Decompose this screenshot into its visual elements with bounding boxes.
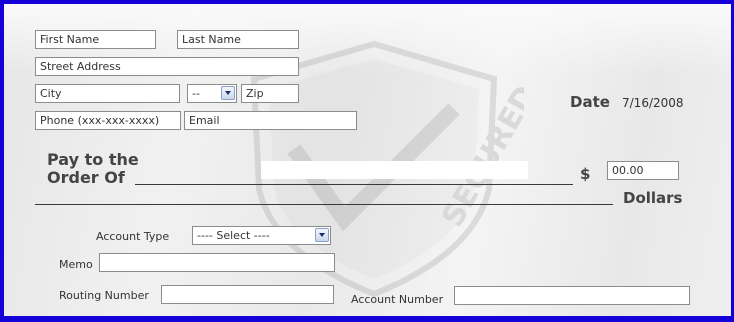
routing-number-field[interactable] — [161, 285, 334, 304]
account-number-field[interactable] — [454, 286, 690, 305]
amount-field[interactable]: 00.00 — [607, 161, 679, 180]
chevron-down-icon[interactable] — [315, 228, 329, 242]
state-select-value: -- — [192, 87, 200, 100]
phone-placeholder: Phone (xxx-xxx-xxxx) — [40, 114, 160, 127]
zip-field[interactable]: Zip — [241, 84, 299, 103]
dollar-sign: $ — [580, 165, 591, 183]
last-name-placeholder: Last Name — [182, 33, 241, 46]
dollars-underline — [35, 204, 613, 205]
memo-label: Memo — [59, 258, 93, 271]
first-name-placeholder: First Name — [40, 33, 100, 46]
street-address-placeholder: Street Address — [40, 60, 121, 73]
routing-number-label: Routing Number — [59, 289, 149, 302]
pay-to-label-line2: Order Of — [47, 168, 125, 187]
account-type-selected: ---- Select ---- — [197, 229, 270, 242]
payee-field[interactable] — [261, 161, 528, 179]
account-type-label: Account Type — [96, 230, 170, 243]
date-label: Date — [570, 93, 610, 111]
payee-underline — [135, 184, 573, 185]
email-field[interactable]: Email — [184, 111, 357, 130]
city-field[interactable]: City — [35, 84, 180, 103]
check-form: SECURED First Name Last Name Street Addr… — [0, 0, 734, 322]
street-address-field[interactable]: Street Address — [35, 57, 299, 76]
account-type-select[interactable]: ---- Select ---- — [192, 226, 331, 245]
watermark-text: SECURED — [435, 80, 524, 233]
state-select[interactable]: -- — [187, 84, 237, 103]
pay-to-label-line1: Pay to the — [47, 150, 139, 169]
first-name-field[interactable]: First Name — [35, 30, 156, 49]
account-number-label: Account Number — [351, 293, 444, 306]
date-value: 7/16/2008 — [622, 96, 684, 110]
city-placeholder: City — [40, 87, 62, 100]
chevron-down-icon[interactable] — [221, 86, 235, 100]
phone-field[interactable]: Phone (xxx-xxx-xxxx) — [35, 111, 181, 130]
dollars-label: Dollars — [623, 189, 683, 207]
zip-placeholder: Zip — [246, 87, 264, 100]
email-placeholder: Email — [189, 114, 220, 127]
amount-value: 00.00 — [612, 164, 644, 177]
memo-field[interactable] — [99, 253, 335, 272]
last-name-field[interactable]: Last Name — [177, 30, 299, 49]
